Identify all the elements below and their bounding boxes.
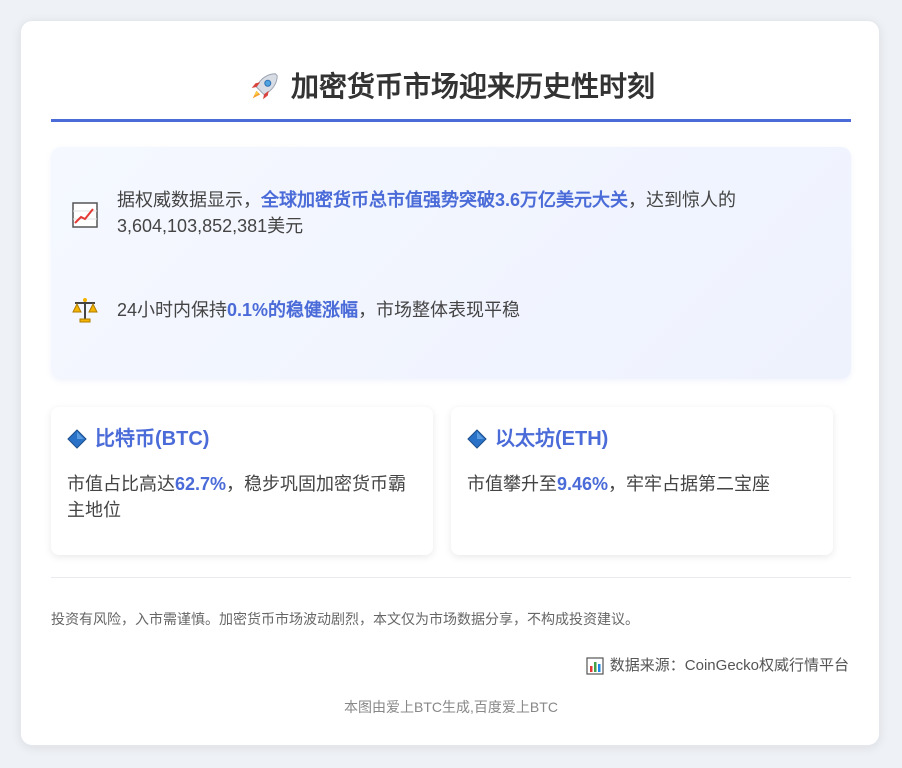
highlight-market-cap-lead: 据权威数据显示， bbox=[117, 190, 261, 210]
highlight-24h-change-text: 24小时内保持0.1%的稳健涨幅，市场整体表现平稳 bbox=[117, 297, 520, 323]
page-header: 加密货币市场迎来历史性时刻 bbox=[51, 67, 851, 122]
highlight-24h-change: 24小时内保持0.1%的稳健涨幅，市场整体表现平稳 bbox=[71, 297, 821, 324]
coin-card-eth: 以太坊(ETH) 市值攀升至9.46%，牢牢占据第二宝座 bbox=[451, 407, 833, 555]
coin-name-eth: 以太坊(ETH) bbox=[495, 428, 609, 450]
highlight-market-cap: 据权威数据显示，全球加密货币总市值强势突破3.6万亿美元大关，达到惊人的3,60… bbox=[71, 187, 821, 239]
divider bbox=[51, 577, 851, 578]
coin-desc-eth: 市值攀升至9.46%，牢牢占据第二宝座 bbox=[467, 471, 817, 497]
data-source: 数据来源：CoinGecko权威行情平台 bbox=[586, 655, 849, 677]
coin-desc-eth-lead: 市值攀升至 bbox=[467, 474, 557, 494]
coin-title-btc: 比特币(BTC) bbox=[67, 425, 417, 453]
blue-diamond-icon bbox=[467, 429, 487, 449]
coin-desc-btc: 市值占比高达62.7%，稳步巩固加密货币霸主地位 bbox=[67, 471, 417, 523]
highlight-box: 据权威数据显示，全球加密货币总市值强势突破3.6万亿美元大关，达到惊人的3,60… bbox=[51, 147, 851, 379]
header-title-wrap: 加密货币市场迎来历史性时刻 bbox=[247, 67, 655, 107]
coin-title-eth: 以太坊(ETH) bbox=[467, 425, 817, 453]
coin-desc-eth-tail: ，牢牢占据第二宝座 bbox=[608, 474, 771, 494]
page-title: 加密货币市场迎来历史性时刻 bbox=[290, 71, 655, 102]
footer-note: 本图由爱上BTC生成,百度爱上BTC bbox=[344, 699, 558, 715]
coin-desc-eth-value: 9.46% bbox=[557, 474, 609, 494]
content-card: 加密货币市场迎来历史性时刻 据权威数据显示，全球加密货币总市值强势突破3.6万亿… bbox=[20, 20, 880, 746]
data-source-text: 数据来源：CoinGecko权威行情平台 bbox=[609, 657, 849, 674]
highlight-24h-change-lead: 24小时内保持 bbox=[117, 300, 228, 320]
rocket-icon bbox=[251, 73, 278, 100]
bar-chart-icon bbox=[586, 657, 604, 675]
blue-diamond-icon bbox=[67, 429, 87, 449]
coin-card-btc: 比特币(BTC) 市值占比高达62.7%，稳步巩固加密货币霸主地位 bbox=[51, 407, 433, 555]
highlight-market-cap-bold: 全球加密货币总市值强势突破3.6万亿美元大关 bbox=[261, 190, 629, 210]
coin-desc-btc-lead: 市值占比高达 bbox=[67, 474, 175, 494]
highlight-24h-change-bold: 0.1%的稳健涨幅 bbox=[227, 300, 359, 320]
coin-name-btc: 比特币(BTC) bbox=[95, 428, 210, 450]
coin-desc-btc-value: 62.7% bbox=[175, 474, 227, 494]
highlight-24h-change-tail: ，市场整体表现平稳 bbox=[358, 300, 521, 320]
balance-scale-icon bbox=[72, 298, 98, 323]
chart-increasing-icon bbox=[72, 202, 98, 228]
highlight-market-cap-text: 据权威数据显示，全球加密货币总市值强势突破3.6万亿美元大关，达到惊人的3,60… bbox=[117, 187, 821, 239]
disclaimer-text: 投资有风险，入市需谨慎。加密货币市场波动剧烈，本文仅为市场数据分享，不构成投资建… bbox=[51, 611, 639, 627]
